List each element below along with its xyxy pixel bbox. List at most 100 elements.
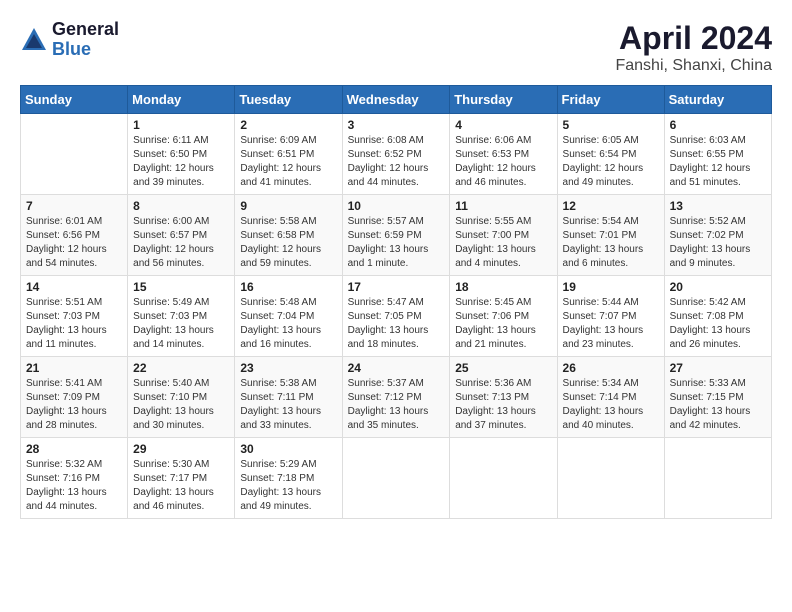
weekday-header-sunday: Sunday <box>21 86 128 114</box>
calendar-cell: 10 Sunrise: 5:57 AM Sunset: 6:59 PM Dayli… <box>342 195 450 276</box>
day-number: 7 <box>26 199 122 213</box>
day-info: Sunrise: 5:30 AM Sunset: 7:17 PM Dayligh… <box>133 458 229 514</box>
day-info: Sunrise: 6:08 AM Sunset: 6:52 PM Dayligh… <box>348 134 445 190</box>
day-info: Sunrise: 5:32 AM Sunset: 7:16 PM Dayligh… <box>26 458 122 514</box>
day-number: 25 <box>455 361 551 375</box>
day-number: 24 <box>348 361 445 375</box>
day-number: 19 <box>563 280 659 294</box>
calendar-cell: 25 Sunrise: 5:36 AM Sunset: 7:13 PM Dayli… <box>450 357 557 438</box>
calendar-cell: 27Sunrise: 5:33 AM Sunset: 7:15 PM Dayli… <box>664 357 771 438</box>
day-info: Sunrise: 5:52 AM Sunset: 7:02 PM Dayligh… <box>670 215 766 271</box>
calendar-week-row: 14Sunrise: 5:51 AM Sunset: 7:03 PM Dayli… <box>21 276 772 357</box>
day-info: Sunrise: 5:42 AM Sunset: 7:08 PM Dayligh… <box>670 296 766 352</box>
day-info: Sunrise: 5:51 AM Sunset: 7:03 PM Dayligh… <box>26 296 122 352</box>
weekday-header-monday: Monday <box>128 86 235 114</box>
calendar-cell: 16Sunrise: 5:48 AM Sunset: 7:04 PM Dayli… <box>235 276 342 357</box>
day-number: 26 <box>563 361 659 375</box>
day-info: Sunrise: 6:09 AM Sunset: 6:51 PM Dayligh… <box>240 134 336 190</box>
day-info: Sunrise: 6:03 AM Sunset: 6:55 PM Dayligh… <box>670 134 766 190</box>
day-number: 8 <box>133 199 229 213</box>
weekday-header-friday: Friday <box>557 86 664 114</box>
calendar-cell: 26 Sunrise: 5:34 AM Sunset: 7:14 PM Dayli… <box>557 357 664 438</box>
calendar-cell: 6 Sunrise: 6:03 AM Sunset: 6:55 PM Daylig… <box>664 114 771 195</box>
calendar-cell: 15 Sunrise: 5:49 AM Sunset: 7:03 PM Dayli… <box>128 276 235 357</box>
day-info: Sunrise: 6:06 AM Sunset: 6:53 PM Dayligh… <box>455 134 551 190</box>
day-number: 29 <box>133 442 229 456</box>
day-info: Sunrise: 5:29 AM Sunset: 7:18 PM Dayligh… <box>240 458 336 514</box>
day-number: 4 <box>455 118 551 132</box>
logo-blue-text: Blue <box>52 40 119 60</box>
day-number: 13 <box>670 199 766 213</box>
day-info: Sunrise: 5:34 AM Sunset: 7:14 PM Dayligh… <box>563 377 659 433</box>
calendar-week-row: 21 Sunrise: 5:41 AM Sunset: 7:09 PM Dayli… <box>21 357 772 438</box>
day-number: 30 <box>240 442 336 456</box>
calendar-week-row: 1Sunrise: 6:11 AM Sunset: 6:50 PM Daylig… <box>21 114 772 195</box>
calendar-cell: 22Sunrise: 5:40 AM Sunset: 7:10 PM Dayli… <box>128 357 235 438</box>
weekday-header-row: SundayMondayTuesdayWednesdayThursdayFrid… <box>21 86 772 114</box>
day-number: 20 <box>670 280 766 294</box>
day-number: 18 <box>455 280 551 294</box>
day-info: Sunrise: 5:49 AM Sunset: 7:03 PM Dayligh… <box>133 296 229 352</box>
weekday-header-thursday: Thursday <box>450 86 557 114</box>
day-info: Sunrise: 6:01 AM Sunset: 6:56 PM Dayligh… <box>26 215 122 271</box>
calendar-cell: 9 Sunrise: 5:58 AM Sunset: 6:58 PM Daylig… <box>235 195 342 276</box>
calendar-cell: 30 Sunrise: 5:29 AM Sunset: 7:18 PM Dayli… <box>235 438 342 519</box>
calendar-cell: 8Sunrise: 6:00 AM Sunset: 6:57 PM Daylig… <box>128 195 235 276</box>
day-number: 17 <box>348 280 445 294</box>
calendar-cell: 11Sunrise: 5:55 AM Sunset: 7:00 PM Dayli… <box>450 195 557 276</box>
day-number: 12 <box>563 199 659 213</box>
weekday-header-wednesday: Wednesday <box>342 86 450 114</box>
calendar-cell: 20 Sunrise: 5:42 AM Sunset: 7:08 PM Dayli… <box>664 276 771 357</box>
day-number: 6 <box>670 118 766 132</box>
day-info: Sunrise: 5:58 AM Sunset: 6:58 PM Dayligh… <box>240 215 336 271</box>
day-number: 15 <box>133 280 229 294</box>
day-info: Sunrise: 5:38 AM Sunset: 7:11 PM Dayligh… <box>240 377 336 433</box>
calendar-week-row: 28 Sunrise: 5:32 AM Sunset: 7:16 PM Dayli… <box>21 438 772 519</box>
calendar-cell: 12 Sunrise: 5:54 AM Sunset: 7:01 PM Dayli… <box>557 195 664 276</box>
calendar-cell: 2 Sunrise: 6:09 AM Sunset: 6:51 PM Daylig… <box>235 114 342 195</box>
calendar-cell <box>557 438 664 519</box>
calendar-cell: 17 Sunrise: 5:47 AM Sunset: 7:05 PM Dayli… <box>342 276 450 357</box>
weekday-header-saturday: Saturday <box>664 86 771 114</box>
logo-general-text: General <box>52 20 119 40</box>
logo-icon <box>20 26 48 54</box>
calendar-cell: 1Sunrise: 6:11 AM Sunset: 6:50 PM Daylig… <box>128 114 235 195</box>
calendar-cell <box>21 114 128 195</box>
location-title: Fanshi, Shanxi, China <box>615 57 772 75</box>
calendar-cell: 19 Sunrise: 5:44 AM Sunset: 7:07 PM Dayli… <box>557 276 664 357</box>
calendar-cell: 13 Sunrise: 5:52 AM Sunset: 7:02 PM Dayli… <box>664 195 771 276</box>
calendar-cell <box>450 438 557 519</box>
month-title: April 2024 <box>615 20 772 57</box>
calendar-cell: 23Sunrise: 5:38 AM Sunset: 7:11 PM Dayli… <box>235 357 342 438</box>
day-number: 9 <box>240 199 336 213</box>
day-info: Sunrise: 5:57 AM Sunset: 6:59 PM Dayligh… <box>348 215 445 271</box>
day-info: Sunrise: 5:37 AM Sunset: 7:12 PM Dayligh… <box>348 377 445 433</box>
day-number: 21 <box>26 361 122 375</box>
day-info: Sunrise: 5:54 AM Sunset: 7:01 PM Dayligh… <box>563 215 659 271</box>
calendar-cell <box>664 438 771 519</box>
weekday-header-tuesday: Tuesday <box>235 86 342 114</box>
day-info: Sunrise: 5:55 AM Sunset: 7:00 PM Dayligh… <box>455 215 551 271</box>
day-number: 22 <box>133 361 229 375</box>
day-number: 10 <box>348 199 445 213</box>
calendar-cell: 14Sunrise: 5:51 AM Sunset: 7:03 PM Dayli… <box>21 276 128 357</box>
calendar-cell: 3Sunrise: 6:08 AM Sunset: 6:52 PM Daylig… <box>342 114 450 195</box>
day-number: 27 <box>670 361 766 375</box>
day-info: Sunrise: 5:48 AM Sunset: 7:04 PM Dayligh… <box>240 296 336 352</box>
day-number: 28 <box>26 442 122 456</box>
day-number: 5 <box>563 118 659 132</box>
day-info: Sunrise: 6:11 AM Sunset: 6:50 PM Dayligh… <box>133 134 229 190</box>
calendar-week-row: 7 Sunrise: 6:01 AM Sunset: 6:56 PM Daylig… <box>21 195 772 276</box>
day-info: Sunrise: 5:45 AM Sunset: 7:06 PM Dayligh… <box>455 296 551 352</box>
calendar-cell: 18 Sunrise: 5:45 AM Sunset: 7:06 PM Dayli… <box>450 276 557 357</box>
calendar-cell <box>342 438 450 519</box>
day-info: Sunrise: 6:05 AM Sunset: 6:54 PM Dayligh… <box>563 134 659 190</box>
logo: General Blue <box>20 20 119 60</box>
day-info: Sunrise: 5:41 AM Sunset: 7:09 PM Dayligh… <box>26 377 122 433</box>
day-info: Sunrise: 5:44 AM Sunset: 7:07 PM Dayligh… <box>563 296 659 352</box>
day-info: Sunrise: 5:47 AM Sunset: 7:05 PM Dayligh… <box>348 296 445 352</box>
day-info: Sunrise: 5:36 AM Sunset: 7:13 PM Dayligh… <box>455 377 551 433</box>
day-number: 2 <box>240 118 336 132</box>
calendar-cell: 28 Sunrise: 5:32 AM Sunset: 7:16 PM Dayli… <box>21 438 128 519</box>
calendar-cell: 7 Sunrise: 6:01 AM Sunset: 6:56 PM Daylig… <box>21 195 128 276</box>
